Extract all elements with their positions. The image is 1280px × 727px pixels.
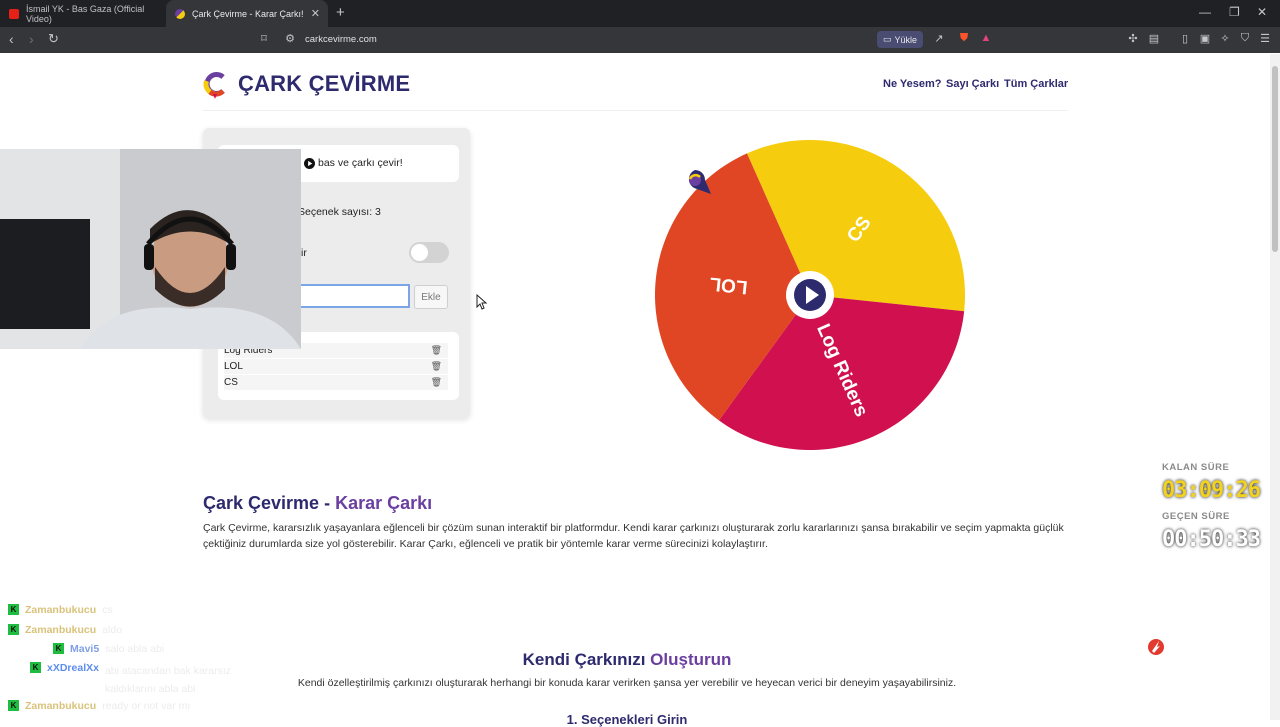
section-title: Kendi Çarkınızı Oluşturun (203, 650, 1051, 670)
cark-favicon-icon (175, 8, 185, 19)
wallet-icon[interactable]: ▣ (1198, 31, 1212, 45)
webcam-person-image (0, 149, 301, 349)
section-title-accent: Oluşturun (650, 650, 732, 669)
site-logo-text[interactable]: ÇARK ÇEVİRME (238, 71, 410, 97)
webcam-overlay (0, 149, 301, 349)
close-window-icon[interactable]: ✕ (1257, 5, 1267, 19)
chat-text: ready or not var mı (102, 700, 191, 712)
option-input[interactable] (300, 284, 410, 308)
page-title-accent: Karar Çarkı (335, 493, 433, 513)
chat-username: Mavi5 (70, 643, 100, 655)
restore-icon[interactable]: ❐ (1229, 5, 1240, 19)
kick-badge-icon: K (8, 700, 19, 711)
back-icon[interactable]: ‹ (9, 31, 14, 47)
reload-icon[interactable]: ↻ (48, 31, 59, 47)
browser-toolbar (0, 27, 1280, 53)
vpn-icon[interactable]: ⛉ (1238, 31, 1252, 45)
menu-icon[interactable]: ☰ (1258, 31, 1272, 45)
chat-username: Zamanbukucu (25, 700, 97, 712)
nav-tum-carklar[interactable]: Tüm Çarklar (1004, 78, 1068, 90)
upload-label: Yükle (894, 34, 918, 45)
chat-message: K Zamanbukucu ready or not var mı (8, 700, 190, 712)
option-item[interactable]: LOL 🗑 (224, 359, 448, 374)
wheel-pointer-icon (688, 170, 711, 194)
page-title: Çark Çevirme - Karar Çarkı (203, 493, 432, 514)
scrollbar-thumb[interactable] (1272, 66, 1278, 252)
minimize-icon[interactable]: — (1199, 5, 1211, 19)
monitor-icon: ▭ (882, 34, 892, 44)
upload-button[interactable]: ▭ Yükle (877, 31, 923, 48)
tab-cark-cevirme[interactable]: Çark Çevirme - Karar Çarkı! ✕ (166, 0, 328, 27)
chat-message: K Mavi5 salo abla abi (53, 643, 164, 655)
elapsed-time: 00:50:33 (1162, 527, 1261, 552)
chat-text: aldo (102, 624, 123, 636)
nav-sayi-carki[interactable]: Sayı Çarkı (946, 78, 999, 90)
tab-music-video[interactable]: İsmail YK - Bas Gaza (Official Video) (0, 0, 164, 27)
page-title-main: Çark Çevirme - (203, 493, 336, 513)
toggle-knob (411, 244, 428, 261)
nav-ne-yesem[interactable]: Ne Yesem? (883, 78, 942, 90)
address-bar[interactable]: carkcevirme.com (305, 34, 377, 45)
add-option-button[interactable]: Ekle (414, 285, 448, 309)
mouse-cursor-icon (476, 294, 488, 310)
chat-username: Zamanbukucu (25, 604, 97, 616)
section-paragraph: Kendi özelleştirilmiş çarkınızı oluştura… (297, 677, 957, 689)
leo-ai-icon[interactable]: ✧ (1218, 31, 1232, 45)
trash-icon[interactable]: 🗑 (431, 375, 442, 390)
chat-message: K Zamanbukucu aldo (8, 624, 122, 636)
tab-search-icon[interactable]: ▤ (1147, 31, 1161, 45)
remaining-time-label: KALAN SÜRE (1162, 462, 1230, 473)
play-circle-icon (304, 157, 315, 169)
new-tab-icon[interactable]: + (336, 4, 345, 21)
extensions-icon[interactable]: ✣ (1126, 31, 1140, 45)
bookmark-icon[interactable]: ⌑ (257, 31, 271, 45)
chat-text: salo abla abi (105, 643, 165, 655)
chat-username: Zamanbukucu (25, 624, 97, 636)
close-tab-icon[interactable]: ✕ (311, 7, 320, 20)
spin-hint-text: bas ve çarkı çevir! (318, 157, 403, 169)
youtube-icon (9, 8, 19, 19)
site-info-icon[interactable]: ⚙ (283, 31, 297, 45)
option-label: CS (224, 377, 238, 388)
chat-username: xXDrealXx (47, 662, 99, 674)
brave-shield-icon[interactable]: ⛊ (957, 31, 971, 45)
remaining-time: 03:09:26 (1162, 478, 1261, 503)
option-label: LOL (224, 361, 243, 372)
toggle-label: ir (301, 247, 307, 259)
elapsed-time-label: GEÇEN SÜRE (1162, 511, 1230, 522)
intro-paragraph: Çark Çevirme, kararsızlık yaşayanlara eğ… (203, 522, 1064, 550)
trash-icon[interactable]: 🗑 (431, 359, 442, 374)
kick-badge-icon: K (53, 643, 64, 654)
tab-title: İsmail YK - Bas Gaza (Official Video) (26, 3, 145, 24)
option-count-label: Seçenek sayısı: 3 (298, 206, 381, 218)
chat-text: cs (102, 604, 113, 616)
forward-icon[interactable]: › (29, 31, 34, 47)
trash-icon[interactable]: 🗑 (431, 343, 442, 358)
option-item[interactable]: CS 🗑 (224, 375, 448, 390)
chat-message: K Zamanbukucu cs (8, 604, 113, 616)
sidebar-icon[interactable]: ▯ (1178, 31, 1192, 45)
chat-message: K xXDrealXx abi atacandan bak kararsız k… (30, 662, 270, 698)
kick-badge-icon: K (8, 604, 19, 615)
kick-badge-icon: K (30, 662, 41, 673)
tab-title: Çark Çevirme - Karar Çarkı! (192, 8, 304, 19)
kick-badge-icon: K (8, 624, 19, 635)
spin-hint: bas ve çarkı çevir! (304, 157, 403, 169)
rewards-icon[interactable]: ▲ (979, 31, 993, 45)
share-icon[interactable]: ↗ (932, 31, 946, 45)
chat-text: abi atacandan bak kararsız kaldıklarını … (104, 665, 232, 695)
streamer-logo-icon (1148, 639, 1164, 655)
header-divider (203, 110, 1068, 111)
wheel-segment-label: LOL (708, 272, 748, 297)
site-logo-icon[interactable] (202, 68, 228, 100)
section-title-main: Kendi Çarkınızı (522, 650, 651, 669)
